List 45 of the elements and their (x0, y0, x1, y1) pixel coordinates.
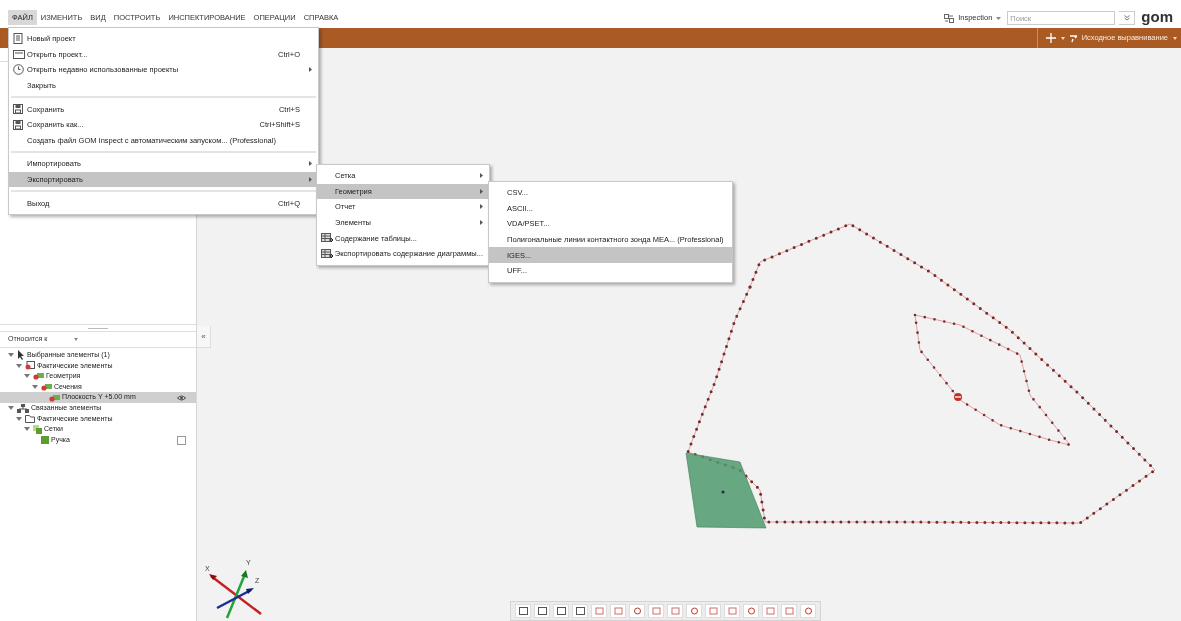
save-icon (13, 104, 23, 115)
collapse-panel-button[interactable]: « (197, 326, 211, 348)
workspace-icon (944, 13, 955, 23)
toolbar-button[interactable] (743, 604, 759, 618)
document-icon (13, 33, 23, 45)
submenu-arrow-icon (480, 173, 483, 179)
cursor-icon (17, 350, 25, 361)
dropdown-arrow-icon[interactable] (996, 16, 1002, 20)
geometry-icon (49, 393, 60, 402)
submenu-arrow-icon (480, 188, 483, 194)
dropdown-arrow-icon[interactable] (1173, 36, 1177, 40)
submenu-arrow-icon (480, 220, 483, 226)
dropdown-arrow-icon[interactable] (1060, 36, 1065, 40)
alignment-icon (1069, 34, 1077, 42)
logo: gom (1141, 8, 1173, 24)
chevron-icon (1123, 15, 1130, 21)
element-icon (25, 361, 35, 371)
dropdown-arrow-icon (74, 338, 78, 341)
linked-elements-icon (17, 403, 29, 413)
point-marker (954, 393, 962, 401)
checkbox[interactable] (177, 435, 186, 445)
geometry-icon (33, 372, 44, 381)
toolbar-button[interactable] (515, 604, 531, 618)
search-options-button[interactable] (1119, 11, 1136, 25)
clock-icon (13, 64, 24, 76)
toolbar-button[interactable] (800, 604, 816, 618)
toolbar-button[interactable] (686, 604, 702, 618)
table-export-icon (321, 248, 333, 259)
toolbar-button[interactable] (553, 604, 569, 618)
toolbar-button[interactable] (572, 604, 588, 618)
toolbar-button[interactable] (534, 604, 550, 618)
window-icon (13, 49, 25, 59)
submenu-arrow-icon (480, 204, 483, 210)
plus-icon[interactable] (1045, 33, 1056, 43)
folder-icon (25, 414, 35, 423)
toolbar-button[interactable] (629, 604, 645, 618)
submenu-arrow-icon (309, 177, 312, 183)
save-icon (13, 119, 23, 130)
table-export-icon (321, 233, 333, 244)
mesh-group-icon (33, 424, 42, 434)
eye-icon[interactable] (177, 394, 186, 401)
submenu-arrow-icon (309, 161, 312, 167)
submenu-arrow-icon (309, 67, 312, 73)
mesh-icon (41, 436, 49, 445)
geometry-icon (41, 383, 52, 392)
